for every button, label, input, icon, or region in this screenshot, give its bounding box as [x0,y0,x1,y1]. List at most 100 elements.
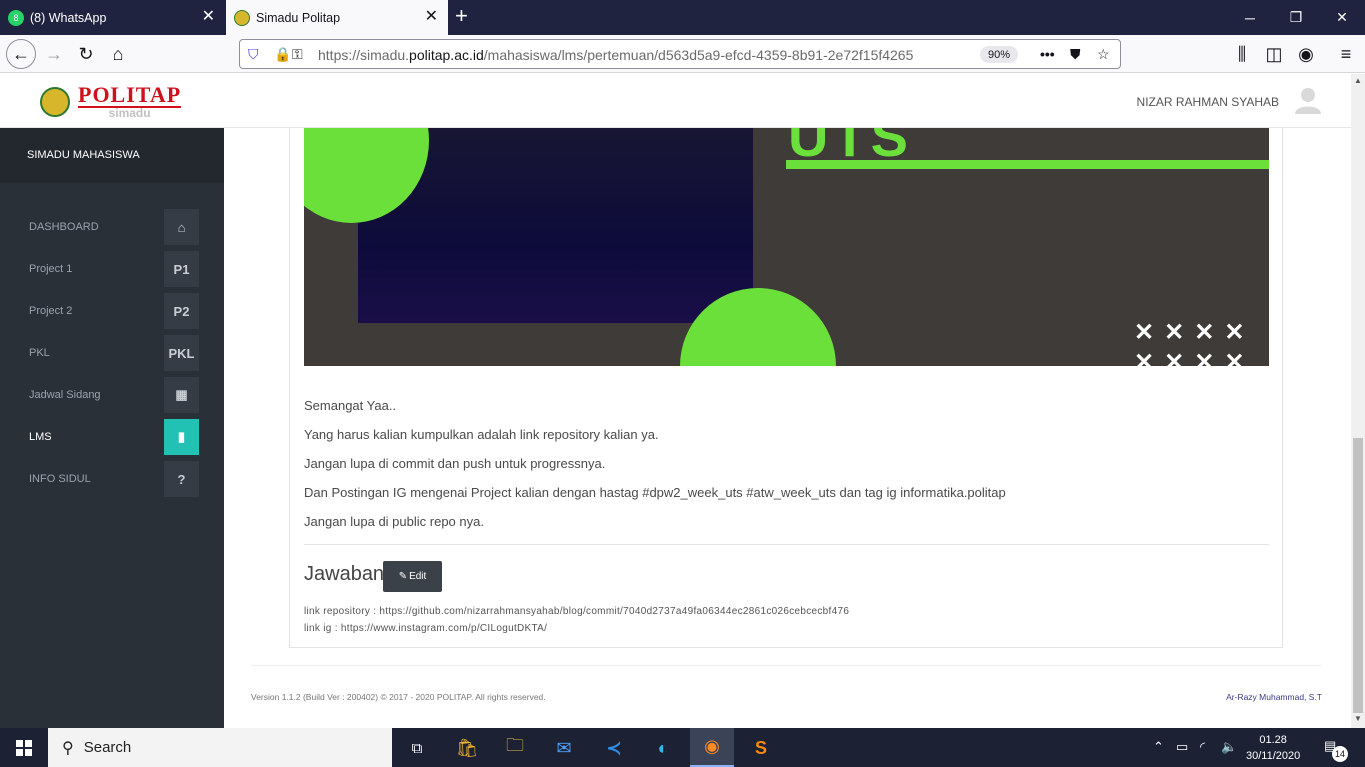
back-arrow-icon[interactable]: ← [6,39,36,69]
zoom-level[interactable]: 90% [980,46,1018,63]
edge-icon[interactable]: ◐ [648,733,678,763]
sidebar-title: SIMADU MAHASISWA [0,128,224,183]
paragraph: Dan Postingan IG mengenai Project kalian… [304,485,1006,500]
user-avatar-icon[interactable] [1295,86,1321,114]
taskbar-clock[interactable]: 01.28 30/11/2020 [1246,732,1300,764]
scroll-down-icon[interactable]: ▼ [1354,714,1362,723]
instagram-link[interactable]: link ig : https://www.instagram.com/p/CI… [304,620,849,637]
vscode-icon[interactable]: ≺ [599,733,629,763]
windows-taskbar: ⚲ Search ⧉ 🛍 🗀 ✉ ≺ ◐ ◉ S ⌃ ▭ ◜ 🔈 01.28 3… [0,728,1365,767]
scrollbar-thumb[interactable] [1353,438,1363,713]
banner-line [786,160,1269,169]
mail-icon[interactable]: ✉ [549,733,579,763]
paragraph: Semangat Yaa.. [304,398,397,413]
sidebar-item-label: DASHBOARD [29,221,99,233]
page-scrollbar[interactable]: ▲ ▼ [1351,74,1365,728]
footer-divider [251,665,1322,666]
file-explorer-icon[interactable]: 🗀 [500,733,530,763]
sidebar-toggle-icon[interactable]: ◫ [1260,40,1288,68]
browser-nav-bar: ← → ↻ ⌂ ⛉ 🔒 ⚿ https://simadu.politap.ac.… [0,35,1365,73]
restore-icon[interactable]: ❐ [1273,0,1319,35]
logo-subtitle: simadu [108,106,151,120]
sidebar-item-project-2[interactable]: Project 2 P2 [0,293,224,329]
paragraph: Yang harus kalian kumpulkan adalah link … [304,427,659,442]
app-header: POLITAP simadu NIZAR RAHMAN SYAHAB [0,74,1351,128]
taskbar-search-box[interactable]: ⚲ Search [48,728,392,767]
sidebar-item-label: INFO SIDUL [29,473,91,485]
wifi-icon[interactable]: ◜ [1200,739,1205,755]
main-content: UTS ✕✕✕✕ ✕✕✕✕ Semangat Yaa.. Yang harus k… [224,128,1351,728]
sidebar-item-lms[interactable]: LMS ▮ [0,419,224,455]
tab-whatsapp[interactable]: 8 (8) WhatsApp ✕ [0,0,225,35]
scroll-up-icon[interactable]: ▲ [1354,76,1362,85]
whatsapp-icon: 8 [8,9,24,26]
bookmark-star-icon[interactable]: ☆ [1097,46,1110,63]
tab-title: (8) WhatsApp [30,10,107,25]
clock-time: 01.28 [1259,734,1287,746]
volume-icon[interactable]: 🔈 [1221,739,1237,755]
footer-copyright: Version 1.1.2 (Build Ver : 200402) © 201… [251,692,546,702]
home-icon[interactable]: ⌂ [104,40,132,68]
close-window-icon[interactable]: ✕ [1319,0,1365,35]
answer-heading: Jawaban [304,563,385,585]
firefox-icon[interactable]: ◉ [690,728,734,767]
edit-button[interactable]: ✎ Edit [383,561,442,592]
user-name[interactable]: NIZAR RAHMAN SYAHAB [1137,95,1279,109]
sidebar-item-label: Jadwal Sidang [29,389,101,401]
address-bar[interactable]: ⛉ 🔒 ⚿ https://simadu.politap.ac.id/mahas… [239,39,1121,69]
sidebar-item-pkl[interactable]: PKL PKL [0,335,224,371]
paragraph: Jangan lupa di public repo nya. [304,514,484,529]
tab-simadu[interactable]: Simadu Politap ✕ [226,0,448,35]
new-tab-icon[interactable]: + [455,5,468,27]
tracking-shield-icon[interactable]: ⛉ [248,46,259,63]
pkl-icon: PKL [164,335,199,371]
pocket-icon[interactable]: ⛊ [1070,46,1081,63]
menu-icon[interactable]: ≡ [1332,40,1360,68]
notification-center-icon[interactable]: ▤ 14 [1324,738,1348,762]
task-view-icon[interactable]: ⧉ [402,733,432,763]
banner-cross-pattern: ✕✕✕✕ ✕✕✕✕ [1134,319,1255,366]
footer-author: Ar-Razy Muhammad, S.T [1226,692,1322,702]
sidebar-item-label: PKL [29,347,50,359]
search-placeholder: Search [83,739,132,756]
paragraph: Jangan lupa di commit dan push untuk pro… [304,456,606,471]
repository-link[interactable]: link repository : https://github.com/niz… [304,603,849,620]
sidebar-item-label: LMS [29,431,52,443]
home-icon: ⌂ [164,209,199,245]
reload-icon[interactable]: ↻ [72,40,100,68]
close-tab-icon[interactable]: ✕ [202,9,215,25]
library-icon[interactable]: ⫼ [1228,40,1256,68]
search-icon: ⚲ [62,739,74,757]
sidebar-item-label: Project 1 [29,263,73,275]
more-actions-icon[interactable]: ••• [1040,46,1055,62]
sidebar-item-info-sidul[interactable]: INFO SIDUL ? [0,461,224,497]
tray-overflow-icon[interactable]: ⌃ [1153,739,1164,755]
politap-seal-icon [40,86,70,117]
close-tab-icon[interactable]: ✕ [425,9,438,25]
windows-start-icon[interactable] [0,728,48,767]
calendar-icon: ▦ [164,377,199,413]
account-icon[interactable]: ◉ [1292,40,1320,68]
sublime-text-icon[interactable]: S [746,733,776,763]
forward-arrow-icon[interactable]: → [40,40,68,68]
url-text[interactable]: https://simadu.politap.ac.id/mahasiswa/l… [318,47,913,63]
p2-icon: P2 [164,293,199,329]
key-icon[interactable]: ⚿ [292,46,303,63]
politap-logo[interactable]: POLITAP simadu [40,84,182,120]
sidebar: SIMADU MAHASISWA DASHBOARD ⌂ Project 1 P… [0,128,224,728]
store-icon[interactable]: 🛍 [452,733,482,763]
divider [304,544,1269,545]
pencil-icon: ✎ [398,571,408,582]
uts-banner-image: UTS ✕✕✕✕ ✕✕✕✕ [304,128,1269,366]
clock-date: 30/11/2020 [1246,750,1301,762]
file-icon: ▮ [164,419,199,455]
battery-icon[interactable]: ▭ [1176,739,1188,755]
politap-favicon-icon [234,9,250,26]
lock-icon[interactable]: 🔒 [274,46,291,63]
p1-icon: P1 [164,251,199,287]
question-icon: ? [164,461,199,497]
minimize-icon[interactable]: ─ [1227,0,1273,35]
sidebar-item-dashboard[interactable]: DASHBOARD ⌂ [0,209,224,245]
sidebar-item-project-1[interactable]: Project 1 P1 [0,251,224,287]
sidebar-item-jadwal-sidang[interactable]: Jadwal Sidang ▦ [0,377,224,413]
